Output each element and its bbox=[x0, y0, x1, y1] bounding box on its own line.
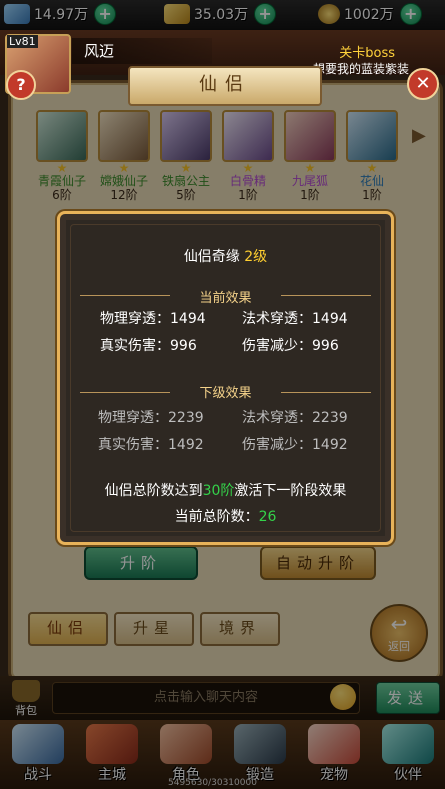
next-magic-pen: 法术穿透：2239 bbox=[242, 410, 348, 426]
dialog-title-text: 仙侣奇缘 bbox=[183, 249, 240, 265]
boss-subtitle: 想要我的蓝装紫装 bbox=[312, 62, 409, 76]
requirement-value: 30阶 bbox=[202, 483, 235, 499]
next-true-damage: 真实伤害：1492 bbox=[98, 437, 204, 453]
current-damage-reduce: 伤害减少：996 bbox=[242, 338, 339, 354]
companion-bond-dialog: 仙侣奇缘 2级 当前效果 物理穿透：1494 法术穿透：1494 真实伤害：99… bbox=[57, 211, 394, 545]
total-rank: 当前总阶数：26 bbox=[60, 506, 391, 526]
current-phys-pen: 物理穿透：1494 bbox=[100, 311, 206, 327]
dialog-level: 2级 bbox=[244, 249, 268, 265]
close-button[interactable]: ✕ bbox=[407, 68, 439, 100]
current-true-damage: 真实伤害：996 bbox=[100, 338, 197, 354]
help-button[interactable]: ? bbox=[6, 70, 36, 100]
requirement-text: 仙侣总阶数达到30阶激活下一阶段效果 bbox=[60, 480, 391, 500]
current-magic-pen: 法术穿透：1494 bbox=[242, 311, 348, 327]
next-phys-pen: 物理穿透：2239 bbox=[98, 410, 204, 426]
player-name: 风迈 bbox=[84, 42, 115, 60]
requirement-suffix: 激活下一阶段效果 bbox=[234, 483, 347, 499]
total-rank-label: 当前总阶数： bbox=[174, 509, 259, 525]
next-effect-header: 下级效果 bbox=[199, 386, 252, 401]
total-rank-value: 26 bbox=[258, 509, 277, 525]
player-level: Lv81 bbox=[7, 35, 38, 48]
current-effect-header: 当前效果 bbox=[199, 291, 252, 306]
next-damage-reduce: 伤害减少：1492 bbox=[242, 437, 348, 453]
dialog-title: 仙侣奇缘 2级 bbox=[60, 246, 391, 266]
panel-title: 仙侣 bbox=[128, 66, 322, 106]
requirement-prefix: 仙侣总阶数达到 bbox=[104, 483, 203, 499]
boss-title[interactable]: 关卡boss bbox=[339, 42, 395, 61]
